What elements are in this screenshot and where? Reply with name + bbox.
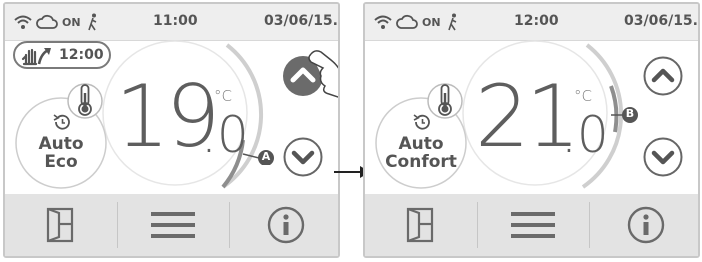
clock-icon: [53, 114, 70, 130]
mode-label-line2: Confort: [385, 152, 457, 172]
mode-button[interactable]: Auto Confort: [378, 99, 464, 187]
bottom-navigation: [365, 194, 698, 256]
temperature-down-button[interactable]: [283, 137, 323, 177]
thermostat-screen-1: ON 11:00 03/06/15. 12:00 19 .0 °C Auto E…: [3, 2, 340, 258]
callout-b: B: [609, 102, 639, 124]
info-icon: [627, 206, 665, 244]
bottom-navigation: [5, 194, 338, 256]
temperature-unit: °C: [574, 87, 592, 105]
info-icon: [267, 206, 305, 244]
info-button[interactable]: [590, 194, 698, 256]
callout-a: A: [241, 143, 275, 165]
temperature-unit: °C: [214, 87, 232, 105]
menu-button[interactable]: [478, 194, 589, 256]
mode-label-line2: Eco: [44, 152, 78, 172]
temperature-down-button[interactable]: [643, 137, 683, 177]
door-button[interactable]: [365, 194, 476, 256]
hand-arrow-icon: [21, 48, 51, 66]
menu-icon: [511, 212, 555, 238]
door-button[interactable]: [5, 194, 116, 256]
chevron-down-icon: [283, 137, 323, 177]
mode-button[interactable]: Auto Eco: [18, 99, 104, 187]
chevron-down-icon: [643, 137, 683, 177]
chevron-up-icon: [643, 56, 683, 96]
clock-icon: [413, 114, 430, 130]
thermostat-screen-2: ON 12:00 03/06/15. 21 .0 °C Auto Confort: [363, 2, 700, 258]
mode-label-line1: Auto: [398, 134, 444, 154]
menu-button[interactable]: [118, 194, 229, 256]
pointing-hand-icon: [308, 50, 338, 108]
door-icon: [46, 207, 74, 243]
temperature-up-button[interactable]: [643, 56, 683, 96]
info-button[interactable]: [230, 194, 338, 256]
mode-label-line1: Auto: [38, 134, 84, 154]
door-icon: [406, 207, 434, 243]
manual-override-time: 12:00: [59, 47, 104, 63]
menu-icon: [151, 212, 195, 238]
manual-override-button[interactable]: 12:00: [13, 41, 111, 69]
temperature-decimal: .0: [561, 106, 609, 164]
